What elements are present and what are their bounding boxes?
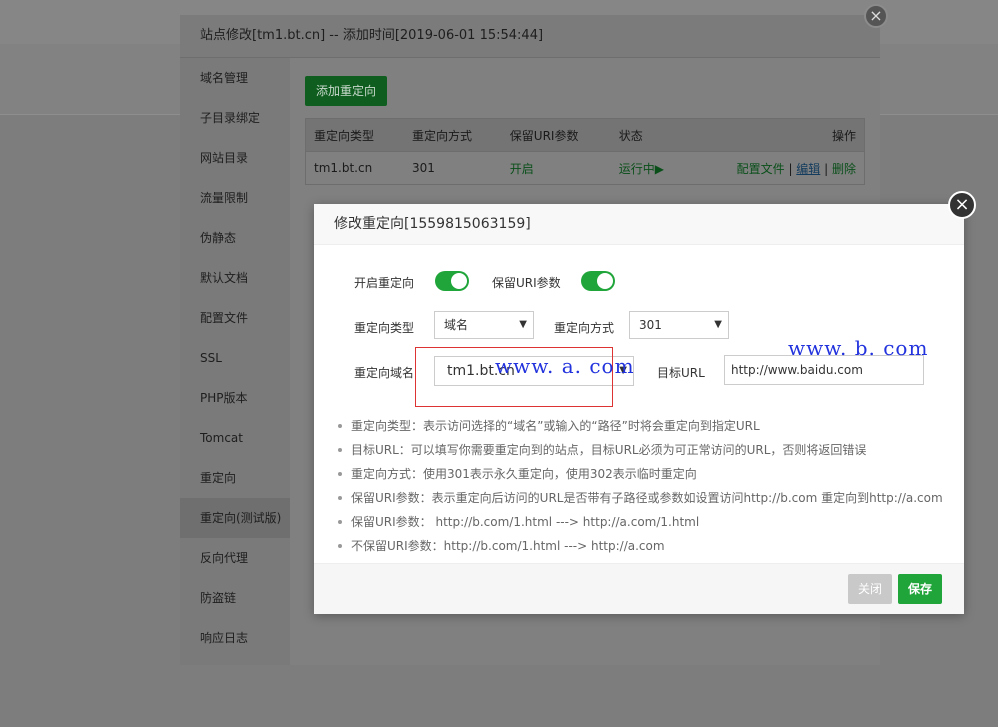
sidebar-item-reverse-proxy[interactable]: 反向代理	[180, 538, 290, 578]
sidebar-item-ssl[interactable]: SSL	[180, 338, 290, 378]
list-item: 重定向类型：表示访问选择的“域名”或输入的“路径”时将会重定向到指定URL	[338, 414, 943, 438]
col-actions: 操作	[689, 118, 865, 152]
settings-sidebar: 域名管理 子目录绑定 网站目录 流量限制 伪静态 默认文档 配置文件 SSL P…	[180, 58, 290, 665]
dialog-footer: 关闭 保存	[314, 563, 964, 614]
sidebar-item-subdir-binding[interactable]: 子目录绑定	[180, 98, 290, 138]
separator: |	[820, 161, 832, 176]
annotation-watermark-b: www. b. com	[788, 336, 929, 360]
caret-down-icon: ▼	[714, 319, 722, 330]
table-row: tm1.bt.cn 301 开启 运行中▶ 配置文件 | 编辑 | 删除	[306, 152, 865, 185]
caret-down-icon: ▼	[519, 319, 527, 330]
enable-redirect-label: 开启重定向	[354, 276, 415, 290]
save-button[interactable]: 保存	[898, 574, 943, 604]
sidebar-item-redirect-beta[interactable]: 重定向(测试版)	[180, 498, 290, 538]
list-item: 重定向方式：使用301表示永久重定向，使用302表示临时重定向	[338, 462, 943, 486]
add-redirect-button[interactable]: 添加重定向	[305, 76, 388, 106]
redirect-method-value: 301	[639, 318, 662, 332]
table-header-row: 重定向类型 重定向方式 保留URI参数 状态 操作	[305, 118, 865, 152]
target-url-label: 目标URL	[657, 366, 705, 380]
sidebar-item-redirect[interactable]: 重定向	[180, 458, 290, 498]
cell-keep-uri: 开启	[509, 161, 534, 176]
help-notes: 重定向类型：表示访问选择的“域名”或输入的“路径”时将会重定向到指定URL 目标…	[338, 414, 943, 558]
col-redirect-method: 重定向方式	[403, 118, 502, 152]
redirect-domain-label: 重定向域名	[354, 366, 415, 380]
col-status: 状态	[610, 118, 690, 152]
edit-redirect-dialog-title: 修改重定向[1559815063159]	[314, 204, 964, 245]
col-redirect-type: 重定向类型	[305, 118, 404, 152]
list-item: 保留URI参数： http://b.com/1.html ---> http:/…	[338, 510, 943, 534]
sidebar-item-tomcat[interactable]: Tomcat	[180, 418, 290, 458]
config-file-link[interactable]: 配置文件	[737, 162, 785, 176]
redirect-method-label: 重定向方式	[554, 321, 615, 335]
sidebar-item-domain-management[interactable]: 域名管理	[180, 58, 290, 98]
col-keep-uri: 保留URI参数	[501, 118, 611, 152]
site-edit-dialog-title: 站点修改[tm1.bt.cn] -- 添加时间[2019-06-01 15:54…	[180, 15, 880, 58]
cell-method: 301	[411, 161, 435, 175]
edit-link[interactable]: 编辑	[796, 162, 820, 176]
close-button[interactable]: 关闭	[848, 574, 893, 604]
redirect-type-select[interactable]: 域名 ▼	[434, 311, 534, 339]
redirect-table: 重定向类型 重定向方式 保留URI参数 状态 操作 tm1.bt.cn 301 …	[305, 118, 865, 185]
redirect-method-select[interactable]: 301 ▼	[629, 311, 729, 339]
list-item: 目标URL：可以填写你需要重定向到的站点，目标URL必须为可正常访问的URL，否…	[338, 438, 943, 462]
sidebar-item-hotlink-protection[interactable]: 防盗链	[180, 578, 290, 618]
redirect-type-value: 域名	[444, 318, 469, 332]
cell-status[interactable]: 运行中▶	[611, 152, 690, 185]
sidebar-item-default-doc[interactable]: 默认文档	[180, 258, 290, 298]
redirect-type-label: 重定向类型	[354, 321, 415, 335]
list-item: 不保留URI参数：http://b.com/1.html ---> http:/…	[338, 534, 943, 558]
outer-close-icon[interactable]: ×	[864, 4, 888, 28]
edit-redirect-dialog: 修改重定向[1559815063159] 开启重定向 保留URI参数 重定向类型…	[314, 204, 964, 614]
sidebar-item-php-version[interactable]: PHP版本	[180, 378, 290, 418]
cell-domain: tm1.bt.cn	[314, 161, 373, 175]
sidebar-item-response-log[interactable]: 响应日志	[180, 618, 290, 658]
sidebar-item-config-file[interactable]: 配置文件	[180, 298, 290, 338]
keep-uri-label: 保留URI参数	[492, 276, 561, 290]
annotation-watermark-a: www. a. com	[495, 354, 635, 378]
inner-close-icon[interactable]: ×	[948, 191, 976, 219]
separator: |	[784, 161, 797, 176]
sidebar-item-site-directory[interactable]: 网站目录	[180, 138, 290, 178]
cell-actions: 配置文件 | 编辑 | 删除	[690, 152, 865, 185]
toggle-knob	[597, 273, 613, 289]
list-item: 保留URI参数：表示重定向后访问的URL是否带有子路径或参数如设置访问http:…	[338, 486, 943, 510]
keep-uri-toggle[interactable]	[581, 271, 615, 291]
sidebar-item-rewrite[interactable]: 伪静态	[180, 218, 290, 258]
toggle-knob	[451, 273, 467, 289]
delete-link[interactable]: 删除	[832, 162, 856, 176]
sidebar-item-traffic-limit[interactable]: 流量限制	[180, 178, 290, 218]
enable-redirect-toggle[interactable]	[435, 271, 469, 291]
